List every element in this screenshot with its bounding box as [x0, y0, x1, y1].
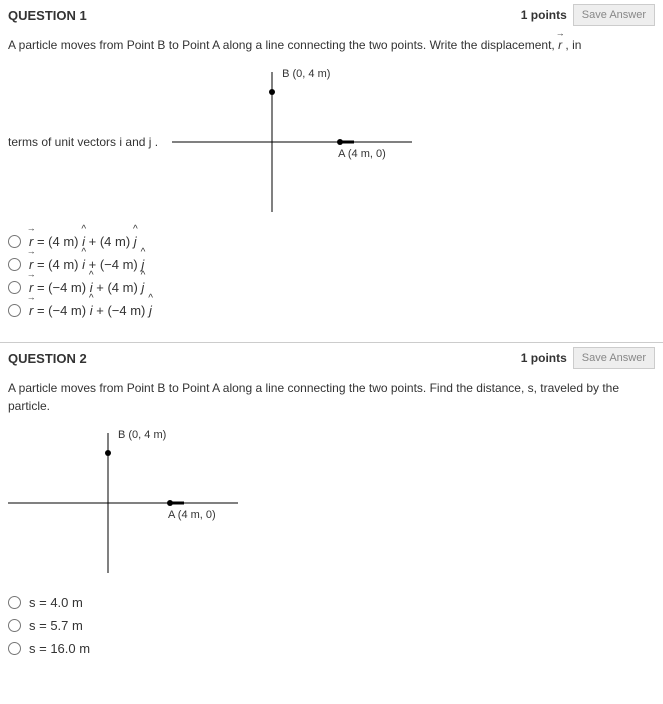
diagram-q1: B (0, 4 m) A (4 m, 0) [162, 62, 422, 222]
prompt-text-pre: A particle moves from Point B to Point A… [8, 38, 558, 52]
option-q2-1[interactable]: s = 4.0 m [8, 595, 655, 610]
plus: + (−4 m) [89, 257, 142, 272]
question-2-points: 1 points [521, 351, 567, 365]
and-text: and [125, 135, 148, 149]
left-text-pre: terms of unit vectors [8, 135, 119, 149]
eq: = (4 m) [37, 257, 82, 272]
radio-q1-1[interactable] [8, 235, 21, 248]
option-q1-3[interactable]: r = (−4 m) i + (4 m) j [8, 280, 655, 295]
eq: = (−4 m) [37, 280, 90, 295]
j: j [149, 299, 152, 318]
option-q1-4[interactable]: r = (−4 m) i + (−4 m) j [8, 303, 655, 318]
label-b-q2: B (0, 4 m) [118, 429, 166, 441]
label-a-q2: A (4 m, 0) [168, 509, 216, 521]
save-answer-button-q1[interactable]: Save Answer [573, 4, 655, 26]
radio-q1-2[interactable] [8, 258, 21, 271]
formula-q1-2: r = (4 m) i + (−4 m) j [29, 257, 144, 272]
question-2-header: QUESTION 2 1 points Save Answer [8, 347, 655, 369]
plus: + (4 m) [89, 234, 134, 249]
eq: = (4 m) [37, 234, 82, 249]
question-2-prompt: A particle moves from Point B to Point A… [8, 379, 655, 415]
period: . [155, 135, 158, 149]
r: r [29, 299, 33, 318]
text-q2-2: s = 5.7 m [29, 618, 83, 633]
option-q1-2[interactable]: r = (4 m) i + (−4 m) j [8, 257, 655, 272]
formula-q1-4: r = (−4 m) i + (−4 m) j [29, 303, 152, 318]
text-q2-3: s = 16.0 m [29, 641, 90, 656]
eq: = (−4 m) [37, 303, 90, 318]
j: j [134, 230, 137, 249]
text-q2-1: s = 4.0 m [29, 595, 83, 610]
option-q1-1[interactable]: r = (4 m) i + (4 m) j [8, 234, 655, 249]
prompt-text-post: , in [565, 38, 581, 52]
plus: + (4 m) [96, 280, 141, 295]
question-1-body: terms of unit vectors i and j . B (0, 4 … [8, 62, 655, 222]
question-1: QUESTION 1 1 points Save Answer A partic… [0, 0, 663, 343]
axes-svg-q2 [8, 423, 248, 583]
question-1-title: QUESTION 1 [8, 8, 87, 23]
question-2-options: s = 4.0 m s = 5.7 m s = 16.0 m [8, 595, 655, 656]
j: j [141, 276, 144, 295]
radio-q2-3[interactable] [8, 642, 21, 655]
i: i [90, 299, 93, 318]
unit-vectors-text: terms of unit vectors i and j . [8, 135, 158, 149]
question-1-points: 1 points [521, 8, 567, 22]
plus: + (−4 m) [96, 303, 149, 318]
i-hat: i [119, 135, 122, 149]
question-1-header: QUESTION 1 1 points Save Answer [8, 4, 655, 26]
question-1-options: r = (4 m) i + (4 m) j r = (4 m) i + (−4 … [8, 234, 655, 318]
radio-q2-2[interactable] [8, 619, 21, 632]
j-hat: j [149, 135, 152, 149]
question-1-prompt: A particle moves from Point B to Point A… [8, 36, 655, 54]
option-q2-2[interactable]: s = 5.7 m [8, 618, 655, 633]
radio-q1-4[interactable] [8, 304, 21, 317]
radio-q2-1[interactable] [8, 596, 21, 609]
question-2: QUESTION 2 1 points Save Answer A partic… [0, 343, 663, 680]
question-2-title: QUESTION 2 [8, 351, 87, 366]
question-2-meta: 1 points Save Answer [521, 347, 655, 369]
axes-svg [162, 62, 422, 222]
vector-r: r [558, 34, 562, 52]
save-answer-button-q2[interactable]: Save Answer [573, 347, 655, 369]
formula-q1-3: r = (−4 m) i + (4 m) j [29, 280, 144, 295]
i: i [82, 253, 85, 272]
option-q2-3[interactable]: s = 16.0 m [8, 641, 655, 656]
label-b-q1: B (0, 4 m) [282, 68, 330, 80]
label-a-q1: A (4 m, 0) [338, 148, 386, 160]
question-1-meta: 1 points Save Answer [521, 4, 655, 26]
radio-q1-3[interactable] [8, 281, 21, 294]
diagram-q2: B (0, 4 m) A (4 m, 0) [8, 423, 248, 583]
